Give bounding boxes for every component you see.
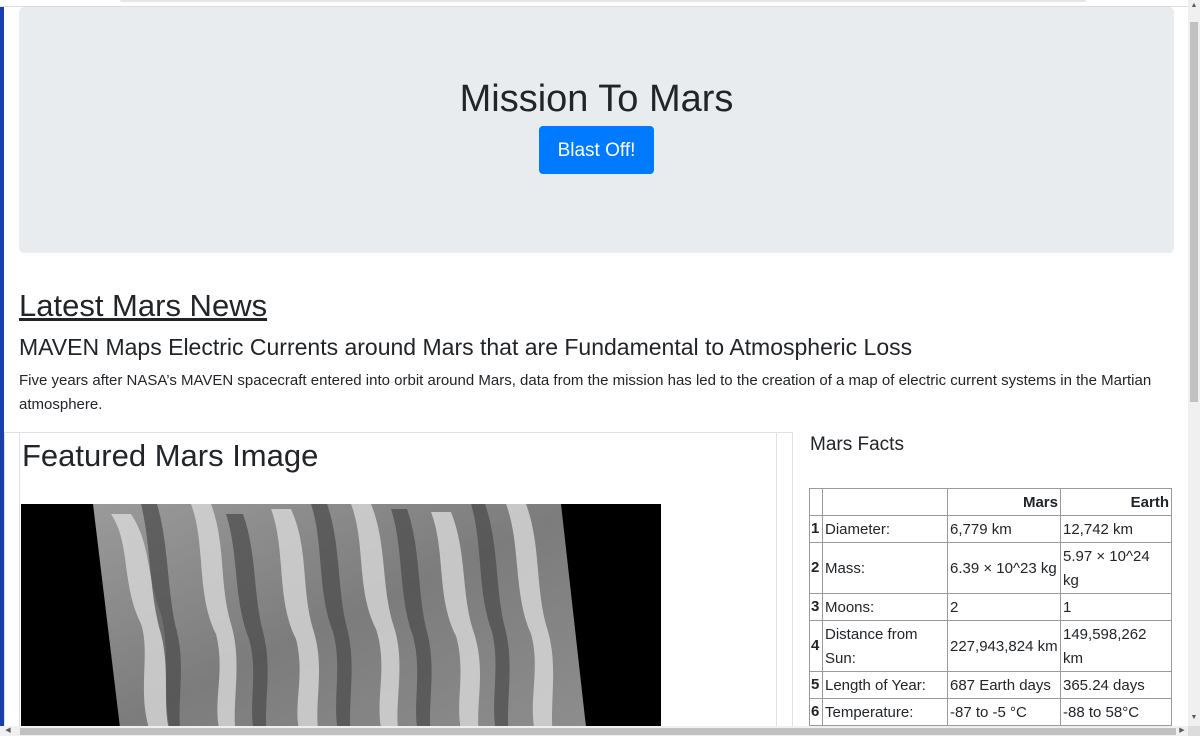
row-mars-value: 6,779 km (947, 515, 1061, 543)
news-title: MAVEN Maps Electric Currents around Mars… (19, 334, 913, 360)
table-row: 1 Diameter: 6,779 km 12,742 km (809, 515, 1172, 543)
row-index: 2 (809, 542, 823, 594)
featured-image-heading: Featured Mars Image (22, 438, 319, 473)
news-heading: Latest Mars News (19, 288, 268, 323)
mars-facts-table: Mars Earth 1 Diameter: 6,779 km 12,742 k… (809, 488, 1172, 726)
table-row: 5 Length of Year: 687 Earth days 365.24 … (809, 671, 1172, 699)
row-earth-value: 149,598,262 km (1060, 620, 1172, 672)
table-header-row: Mars Earth (809, 488, 1172, 516)
row-label: Diameter: (822, 515, 948, 543)
address-bar-remnant (120, 0, 1086, 2)
row-index: 3 (809, 593, 823, 621)
row-mars-value: 2 (947, 593, 1061, 621)
row-index: 5 (809, 671, 823, 699)
scroll-down-arrow-icon[interactable]: ▼ (1188, 712, 1200, 724)
table-row: 4 Distance from Sun: 227,943,824 km 149,… (809, 620, 1172, 672)
featured-mars-image[interactable] (21, 504, 661, 736)
horizontal-scroll-thumb[interactable] (20, 728, 1176, 735)
row-label: Moons: (822, 593, 948, 621)
table-header-earth: Earth (1060, 488, 1172, 516)
blast-off-button[interactable]: Blast Off! (539, 126, 654, 174)
row-label: Temperature: (822, 698, 948, 726)
row-label: Mass: (822, 542, 948, 594)
scroll-left-arrow-icon[interactable]: ◀ (2, 726, 14, 736)
row-mars-value: 687 Earth days (947, 671, 1061, 699)
row-earth-value: 365.24 days (1060, 671, 1172, 699)
vertical-scrollbar[interactable]: ▲ ▼ (1188, 0, 1200, 726)
row-earth-value: 12,742 km (1060, 515, 1172, 543)
page-title: Mission To Mars (459, 78, 734, 120)
mars-dunes-image (21, 504, 661, 736)
row-index: 6 (809, 698, 823, 726)
top-toolbar-strip (0, 0, 1190, 7)
row-earth-value: -88 to 58°C (1060, 698, 1172, 726)
row-index: 4 (809, 620, 823, 672)
table-header-mars: Mars (947, 488, 1061, 516)
row-label: Distance from Sun: (822, 620, 948, 672)
horizontal-scrollbar[interactable]: ◀ ▶ (0, 726, 1188, 736)
vertical-scroll-thumb[interactable] (1190, 22, 1198, 402)
table-row: 6 Temperature: -87 to -5 °C -88 to 58°C (809, 698, 1172, 726)
scroll-right-arrow-icon[interactable]: ▶ (1176, 726, 1188, 736)
table-row: 3 Moons: 2 1 (809, 593, 1172, 621)
row-mars-value: 227,943,824 km (947, 620, 1061, 672)
facts-heading: Mars Facts (810, 434, 904, 455)
row-index: 1 (809, 515, 823, 543)
table-header-cell (822, 488, 948, 516)
jumbotron: Mission To Mars Blast Off! (19, 7, 1174, 253)
table-header-cell (809, 488, 823, 516)
row-label: Length of Year: (822, 671, 948, 699)
news-teaser: Five years after NASA’s MAVEN spacecraft… (19, 372, 1152, 413)
row-earth-value: 5.97 × 10^24 kg (1060, 542, 1172, 594)
row-mars-value: 6.39 × 10^23 kg (947, 542, 1061, 594)
table-row: 2 Mass: 6.39 × 10^23 kg 5.97 × 10^24 kg (809, 542, 1172, 594)
row-mars-value: -87 to -5 °C (947, 698, 1061, 726)
scroll-up-arrow-icon[interactable]: ▲ (1188, 0, 1200, 12)
scrollbar-corner (1188, 726, 1200, 736)
row-earth-value: 1 (1060, 593, 1172, 621)
